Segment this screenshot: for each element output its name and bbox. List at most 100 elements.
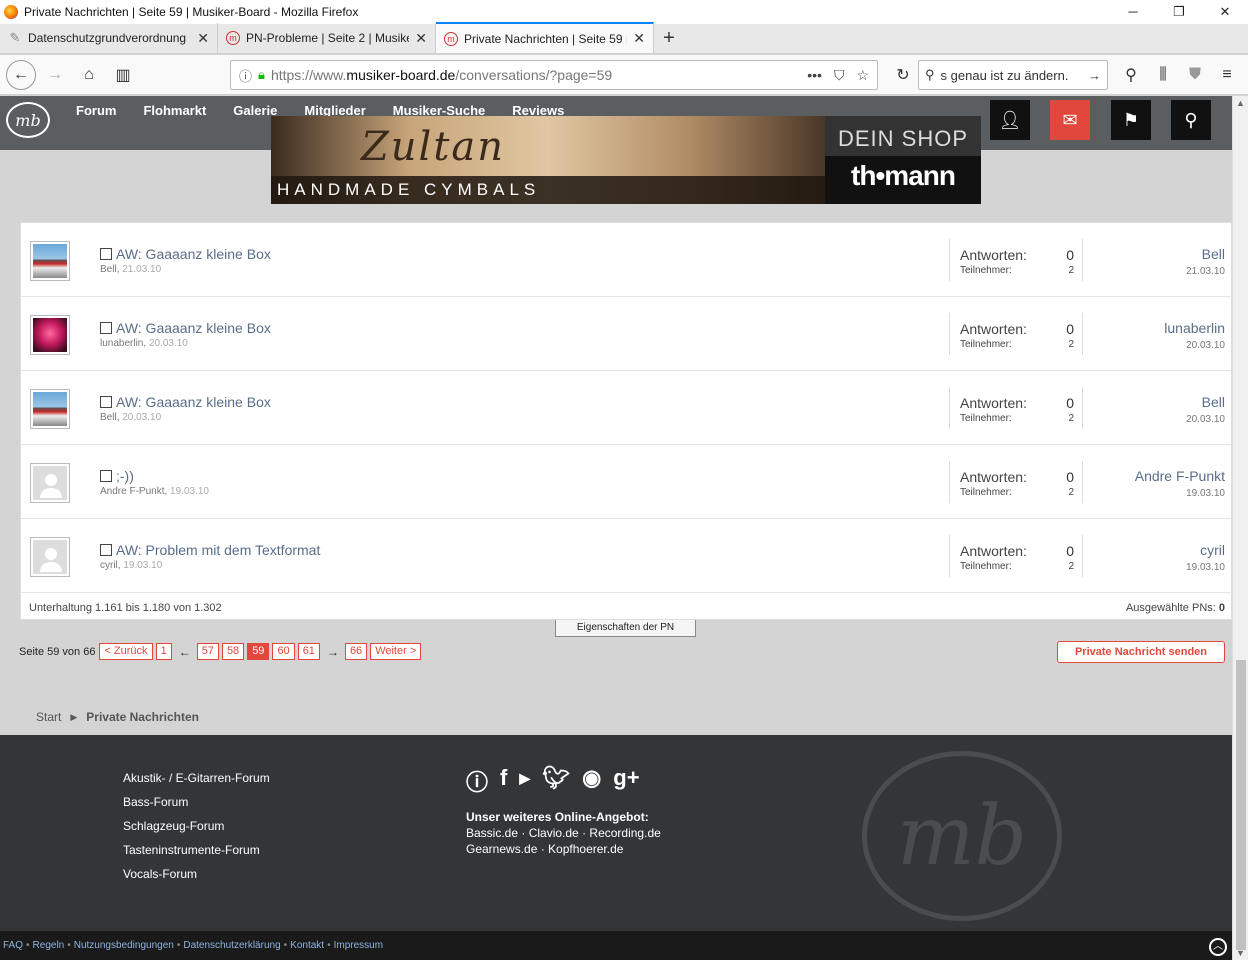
page-61-link[interactable]: 61 <box>297 643 320 660</box>
search-input[interactable]: s genau ist zu ändern. <box>941 68 1069 83</box>
starter-name[interactable]: lunaberlin <box>100 338 143 349</box>
breadcrumb-current[interactable]: Private Nachrichten <box>86 710 199 724</box>
conversation-subject[interactable]: AW: Gaaaanz kleine Box <box>116 246 271 262</box>
conversation-row[interactable]: ;-)) Andre F-Punkt, 19.03.10 Antworten: … <box>21 445 1231 519</box>
last-date[interactable]: 19.03.10 <box>1186 562 1225 573</box>
contact-link[interactable]: Kontakt <box>290 940 324 951</box>
tab-private-nachrichten[interactable]: m Private Nachrichten | Seite 59 | ✕ <box>436 22 654 53</box>
tab-datenschutz[interactable]: ✎ Datenschutzgrundverordnung ✕ <box>0 23 218 53</box>
last-user[interactable]: cyril <box>1186 542 1225 558</box>
bookmark-star-icon[interactable]: ☆ <box>856 67 869 84</box>
offer-link[interactable]: Recording.de <box>589 826 660 840</box>
select-checkbox[interactable] <box>100 544 112 556</box>
scroll-down-icon[interactable]: ▼ <box>1236 948 1245 958</box>
right-arrow-icon[interactable]: → <box>327 645 339 659</box>
youtube-icon[interactable]: ▶ <box>519 765 530 797</box>
last-date[interactable]: 21.03.10 <box>1186 266 1225 277</box>
avatar[interactable] <box>30 315 70 355</box>
conversation-subject[interactable]: AW: Problem mit dem Textformat <box>116 542 320 558</box>
user-button[interactable]: 👤︎ <box>990 100 1030 140</box>
info-icon[interactable]: ⓘ <box>239 66 252 85</box>
starter-name[interactable]: cyril <box>100 560 118 571</box>
last-user[interactable]: Bell <box>1186 246 1225 262</box>
forward-button[interactable]: → <box>40 60 70 90</box>
footer-link[interactable]: Schlagzeug-Forum <box>123 819 270 833</box>
faq-link[interactable]: FAQ <box>3 940 23 951</box>
conversation-row[interactable]: AW: Gaaaanz kleine Box lunaberlin, 20.03… <box>21 297 1231 371</box>
offer-link[interactable]: Kopfhoerer.de <box>548 842 623 856</box>
offer-link[interactable]: Clavio.de <box>529 826 579 840</box>
page-66-link[interactable]: 66 <box>344 643 368 660</box>
imprint-link[interactable]: Impressum <box>334 940 383 951</box>
lock-icon[interactable]: 🔒︎ <box>258 67 265 83</box>
last-date[interactable]: 20.03.10 <box>1186 414 1225 425</box>
conversation-subject[interactable]: AW: Gaaaanz kleine Box <box>116 394 271 410</box>
last-user[interactable]: lunaberlin <box>1164 320 1225 336</box>
page-actions-icon[interactable]: ••• <box>807 67 822 84</box>
library-button[interactable]: ⫼ <box>1148 60 1178 90</box>
conversation-subject[interactable]: ;-)) <box>116 468 134 484</box>
page-57-link[interactable]: 57 <box>196 643 219 660</box>
privacy-link[interactable]: Datenschutzerklärung <box>183 940 280 951</box>
rules-link[interactable]: Regeln <box>33 940 65 951</box>
close-tab-icon[interactable]: ✕ <box>415 30 427 47</box>
search-box[interactable]: ⚲ s genau ist zu ändern. → <box>918 60 1108 90</box>
page-59-current[interactable]: 59 <box>247 643 270 660</box>
page-1-link[interactable]: 1 <box>155 643 172 660</box>
home-button[interactable]: ⌂ <box>74 60 104 90</box>
send-private-message-button[interactable]: Private Nachricht senden <box>1057 641 1225 663</box>
page-scrollbar[interactable]: ▲ ▼ <box>1232 96 1248 960</box>
shield-button[interactable]: ⛊ <box>1180 60 1210 90</box>
tab-pn-probleme[interactable]: m PN-Probleme | Seite 2 | Musike ✕ <box>218 23 436 53</box>
conversation-row[interactable]: AW: Gaaaanz kleine Box Bell, 20.03.10 An… <box>21 371 1231 445</box>
minimize-button[interactable]: ─ <box>1110 4 1156 20</box>
conversation-row[interactable]: AW: Problem mit dem Textformat cyril, 19… <box>21 519 1231 593</box>
sidebar-button[interactable]: ▥ <box>108 60 138 90</box>
search-toolbar-button[interactable]: ⚲ <box>1116 60 1146 90</box>
advertisement-banner[interactable]: Zultan HANDMADE CYMBALS DEIN SHOP th•man… <box>271 116 981 204</box>
avatar[interactable] <box>30 537 70 577</box>
breadcrumb-start[interactable]: Start <box>36 710 61 724</box>
last-date[interactable]: 20.03.10 <box>1164 340 1225 351</box>
starter-name[interactable]: Bell <box>100 412 117 423</box>
offer-link[interactable]: Gearnews.de <box>466 842 537 856</box>
avatar[interactable] <box>30 389 70 429</box>
nav-forum[interactable]: Forum <box>76 103 116 118</box>
rss-icon[interactable]: ◉ <box>582 765 601 797</box>
scroll-up-icon[interactable]: ▲ <box>1236 98 1245 108</box>
footer-link[interactable]: Akustik- / E-Gitarren-Forum <box>123 771 270 785</box>
page-60-link[interactable]: 60 <box>272 643 295 660</box>
reload-button[interactable]: ↻ <box>888 60 918 90</box>
pocket-icon[interactable]: ⛉ <box>834 67 845 84</box>
pn-properties-button[interactable]: Eigenschaften der PN <box>555 620 696 637</box>
menu-button[interactable]: ≡ <box>1212 60 1242 90</box>
select-checkbox[interactable] <box>100 248 112 260</box>
info-icon[interactable]: ⓘ <box>466 765 488 797</box>
conversation-subject[interactable]: AW: Gaaaanz kleine Box <box>116 320 271 336</box>
last-user[interactable]: Bell <box>1186 394 1225 410</box>
alerts-button[interactable]: ⚑ <box>1111 100 1151 140</box>
terms-link[interactable]: Nutzungsbedingungen <box>74 940 174 951</box>
twitter-icon[interactable]: 🐦︎ <box>542 765 570 797</box>
avatar[interactable] <box>30 463 70 503</box>
last-date[interactable]: 19.03.10 <box>1135 488 1225 499</box>
select-checkbox[interactable] <box>100 396 112 408</box>
nav-flohmarkt[interactable]: Flohmarkt <box>143 103 206 118</box>
new-tab-button[interactable]: + <box>654 23 684 53</box>
googleplus-icon[interactable]: g+ <box>613 765 639 797</box>
starter-name[interactable]: Andre F-Punkt <box>100 486 164 497</box>
select-checkbox[interactable] <box>100 322 112 334</box>
avatar[interactable] <box>30 241 70 281</box>
footer-link[interactable]: Bass-Forum <box>123 795 270 809</box>
starter-name[interactable]: Bell <box>100 264 117 275</box>
close-window-button[interactable]: ✕ <box>1202 4 1248 20</box>
site-search-button[interactable]: ⚲ <box>1171 100 1211 140</box>
scroll-to-top-icon[interactable]: ︿ <box>1209 938 1227 956</box>
scroll-thumb[interactable] <box>1236 660 1246 950</box>
conversation-row[interactable]: AW: Gaaaanz kleine Box Bell, 21.03.10 An… <box>21 223 1231 297</box>
back-button[interactable]: ← <box>6 59 36 90</box>
select-checkbox[interactable] <box>100 470 112 482</box>
footer-link[interactable]: Vocals-Forum <box>123 867 270 881</box>
left-arrow-icon[interactable]: ← <box>179 645 191 659</box>
close-tab-icon[interactable]: ✕ <box>633 30 645 47</box>
